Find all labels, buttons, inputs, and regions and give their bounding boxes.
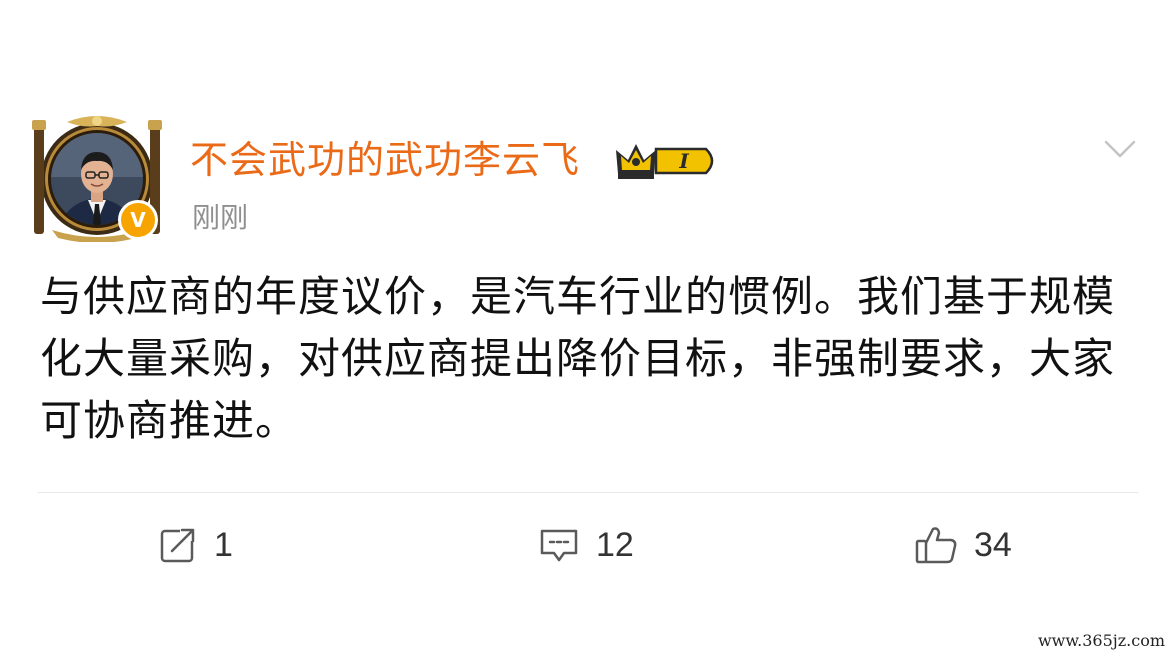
comment-icon bbox=[540, 529, 578, 562]
repost-button[interactable]: 1 bbox=[158, 520, 233, 570]
site-watermark: www.365jz.com bbox=[1037, 631, 1165, 650]
thumbs-up-icon bbox=[915, 527, 957, 564]
comment-count: 12 bbox=[596, 525, 634, 564]
repost-icon bbox=[160, 527, 196, 563]
level-badge-text: I bbox=[678, 149, 689, 173]
divider bbox=[38, 492, 1138, 493]
post-timestamp: 刚刚 bbox=[192, 201, 249, 234]
crown-level-icon[interactable]: I bbox=[614, 140, 722, 182]
weibo-post-card: V 不会武功的武功李云飞 I 刚刚 与供应商的年度议价，是汽车行业的惯例。我们基… bbox=[0, 0, 1173, 660]
post-text: 与供应商的年度议价，是汽车行业的惯例。我们基于规模化大量采购，对供应商提出降价目… bbox=[40, 272, 1116, 445]
like-count: 34 bbox=[974, 525, 1012, 564]
repost-count: 1 bbox=[214, 525, 233, 564]
verified-badge: V bbox=[118, 200, 158, 240]
chevron-down-icon[interactable] bbox=[1100, 132, 1140, 168]
like-button[interactable]: 34 bbox=[914, 520, 1012, 570]
comment-button[interactable]: 12 bbox=[538, 520, 634, 570]
username[interactable]: 不会武功的武功李云飞 bbox=[190, 137, 580, 183]
